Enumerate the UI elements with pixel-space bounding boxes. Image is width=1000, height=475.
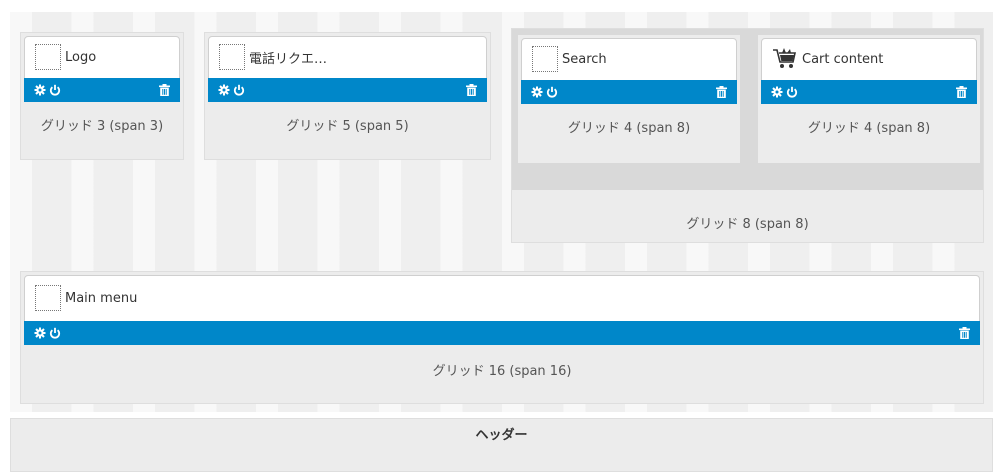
grid-8-inner: Search グリッド 4 (span 8) Cart content グリッド… [512, 29, 983, 190]
gear-icon[interactable] [531, 86, 543, 98]
grid-caption: グリッド 3 (span 3) [40, 119, 164, 134]
trash-icon[interactable] [956, 86, 967, 98]
module-toolbar [24, 78, 180, 102]
gear-icon[interactable] [218, 84, 230, 96]
cart-icon [773, 48, 796, 68]
placeholder-icon [35, 44, 61, 70]
grid-caption: グリッド 4 (span 8) [807, 121, 931, 136]
module-toolbar [208, 78, 487, 102]
module-head: 電話リクエ… [209, 37, 486, 77]
grid-3[interactable]: Logo グリッド 3 (span 3) [20, 32, 184, 160]
grid-4-cart[interactable]: Cart content グリッド 4 (span 8) [758, 35, 980, 163]
placeholder-icon [532, 46, 558, 72]
trash-icon[interactable] [716, 86, 727, 98]
layout-canvas: Logo グリッド 3 (span 3) 電話リクエ… グリッド 5 (span… [10, 12, 993, 412]
module-title: Search [562, 51, 607, 67]
power-icon[interactable] [49, 327, 61, 339]
trash-icon[interactable] [466, 84, 477, 96]
grid-caption: グリッド 4 (span 8) [567, 121, 691, 136]
module-search[interactable]: Search [521, 38, 737, 104]
module-title: Main menu [65, 290, 138, 306]
gear-icon[interactable] [34, 84, 46, 96]
module-title: Logo [65, 49, 97, 65]
module-head: Cart content [762, 39, 976, 79]
power-icon[interactable] [49, 84, 61, 96]
gear-icon[interactable] [771, 86, 783, 98]
module-cart[interactable]: Cart content [761, 38, 977, 104]
module-toolbar [761, 80, 977, 104]
grid-caption: グリッド 5 (span 5) [286, 119, 409, 134]
module-request[interactable]: 電話リクエ… [208, 36, 487, 102]
module-toolbar [24, 321, 980, 345]
power-icon[interactable] [786, 86, 798, 98]
trash-icon[interactable] [159, 84, 170, 96]
grid-16[interactable]: Main menu グリッド 16 (span 16) [20, 271, 984, 404]
module-title: 電話リクエ… [249, 51, 328, 67]
power-icon[interactable] [233, 84, 245, 96]
placeholder-icon [35, 285, 61, 311]
grid-caption: グリッド 16 (span 16) [432, 364, 572, 379]
module-main-menu[interactable]: Main menu [24, 275, 980, 345]
module-head: Search [522, 39, 736, 79]
power-icon[interactable] [546, 86, 558, 98]
module-logo[interactable]: Logo [24, 36, 180, 102]
module-head: Logo [25, 37, 179, 77]
grid-4-search[interactable]: Search グリッド 4 (span 8) [518, 35, 740, 163]
gear-icon[interactable] [34, 327, 46, 339]
module-toolbar [521, 80, 737, 104]
module-head: Main menu [25, 276, 979, 320]
grid-caption: グリッド 8 (span 8) [686, 217, 809, 232]
section-header-label: ヘッダー [10, 418, 993, 472]
trash-icon[interactable] [959, 327, 970, 339]
grid-8[interactable]: Search グリッド 4 (span 8) Cart content グリッド… [511, 28, 984, 243]
grid-5[interactable]: 電話リクエ… グリッド 5 (span 5) [204, 32, 491, 160]
placeholder-icon [219, 44, 245, 70]
module-title: Cart content [802, 51, 884, 67]
